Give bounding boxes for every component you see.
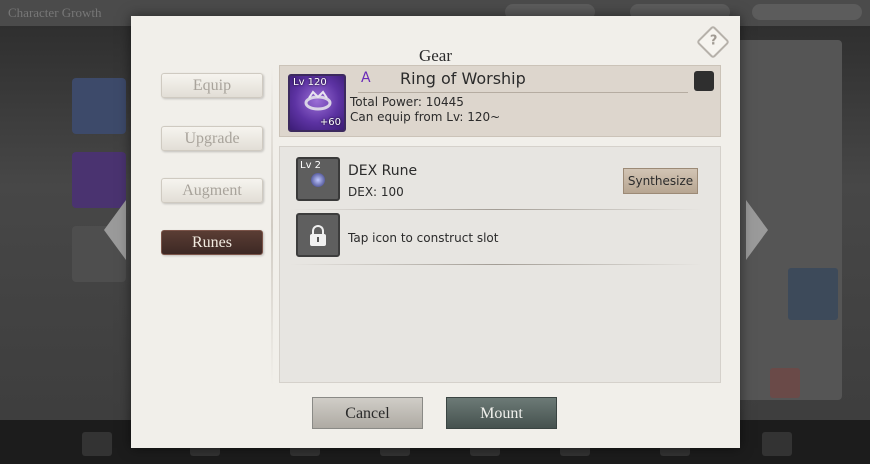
rune-level: Lv 2	[300, 160, 322, 171]
modal-title: Gear	[418, 46, 453, 65]
gear-level-requirement: Can equip from Lv: 120~	[350, 110, 501, 124]
next-arrow-icon[interactable]	[746, 200, 768, 260]
gear-total-power: Total Power: 10445	[350, 95, 464, 109]
gear-level: Lv 120	[293, 77, 327, 88]
gear-enhance-level: +60	[319, 117, 341, 128]
rune-panel: Lv 2 DEX Rune DEX: 100 Synthesize Tap ic…	[279, 146, 721, 383]
gear-grade: A	[361, 70, 371, 86]
ring-shape	[304, 90, 332, 111]
background-thumbnail	[72, 78, 126, 134]
tab-divider	[271, 66, 273, 386]
gear-lock-icon[interactable]	[694, 71, 714, 91]
lock-icon[interactable]	[296, 213, 340, 257]
row-divider	[290, 264, 702, 265]
gear-info-header: Lv 120 +60 A Ring of Worship Total Power…	[279, 65, 721, 137]
ring-icon[interactable]: Lv 120 +60	[288, 74, 346, 132]
tab-upgrade[interactable]: Upgrade	[161, 126, 263, 151]
cancel-button[interactable]: Cancel	[312, 397, 423, 429]
background-square	[770, 368, 800, 398]
rune-gem-icon[interactable]: Lv 2	[296, 157, 340, 201]
rune-stat: DEX: 100	[348, 185, 404, 199]
background-title: Character Growth	[8, 5, 102, 20]
currency-pill	[752, 4, 862, 20]
gear-modal: Gear ? Equip Upgrade Augment Runes Lv 12…	[131, 16, 740, 448]
previous-arrow-icon[interactable]	[104, 200, 126, 260]
mount-button[interactable]: Mount	[446, 397, 557, 429]
background-thumbnail	[788, 268, 838, 320]
help-icon: ?	[709, 33, 718, 49]
rune-name: DEX Rune	[348, 163, 418, 179]
gear-name: Ring of Worship	[400, 69, 526, 88]
rune-gem	[311, 173, 325, 187]
name-underline	[358, 92, 688, 93]
synthesize-button[interactable]: Synthesize	[623, 168, 698, 194]
nav-icon	[82, 432, 112, 456]
nav-icon	[762, 432, 792, 456]
tab-runes[interactable]: Runes	[161, 230, 263, 255]
lock-keyhole	[317, 237, 319, 242]
tab-equip[interactable]: Equip	[161, 73, 263, 98]
construct-slot-hint: Tap icon to construct slot	[348, 231, 499, 245]
row-divider	[290, 209, 702, 210]
tab-augment[interactable]: Augment	[161, 178, 263, 203]
